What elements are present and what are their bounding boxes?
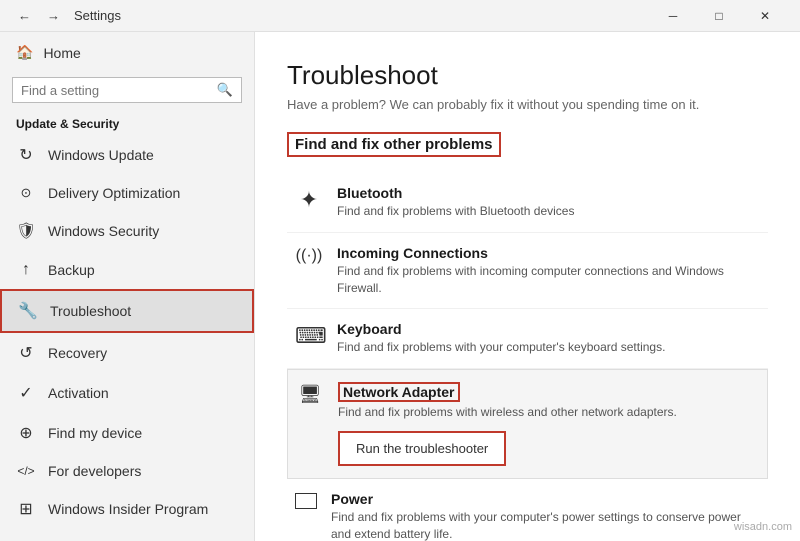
activation-icon: ✓: [16, 383, 36, 403]
item-title-power: Power: [331, 491, 760, 507]
sidebar-item-label: Windows Update: [48, 147, 154, 163]
item-title-incoming: Incoming Connections: [337, 245, 760, 261]
network-adapter-icon: 🖥: [296, 384, 324, 405]
bluetooth-icon: ✦: [295, 187, 323, 213]
titlebar-left: ← → Settings: [12, 4, 121, 27]
main-layout: 🏠 Home 🔍 Update & Security ↻ Windows Upd…: [0, 32, 800, 541]
sidebar-item-for-developers[interactable]: </> For developers: [0, 453, 254, 489]
close-button[interactable]: ✕: [742, 0, 788, 32]
sidebar-item-delivery-optimization[interactable]: ⊙ Delivery Optimization: [0, 175, 254, 211]
minimize-button[interactable]: ─: [650, 0, 696, 32]
home-label: Home: [43, 45, 80, 61]
troubleshoot-item-network: 🖥 Network Adapter Find and fix problems …: [287, 369, 768, 479]
back-button[interactable]: ←: [12, 4, 37, 27]
backup-icon: ↑: [16, 261, 36, 279]
sidebar: 🏠 Home 🔍 Update & Security ↻ Windows Upd…: [0, 32, 255, 541]
item-desc-bluetooth: Find and fix problems with Bluetooth dev…: [337, 203, 760, 220]
titlebar: ← → Settings ─ □ ✕: [0, 0, 800, 32]
windows-insider-icon: ⊞: [16, 499, 36, 519]
for-developers-icon: </>: [16, 464, 36, 478]
sidebar-section-title: Update & Security: [0, 111, 254, 135]
titlebar-nav: ← →: [12, 4, 66, 27]
power-icon: [295, 493, 317, 509]
item-title-keyboard: Keyboard: [337, 321, 760, 337]
sidebar-item-label: Troubleshoot: [50, 303, 131, 319]
sidebar-item-label: Delivery Optimization: [48, 185, 180, 201]
titlebar-controls: ─ □ ✕: [650, 0, 788, 32]
sidebar-item-windows-security[interactable]: 🛡 Windows Security: [0, 211, 254, 251]
sidebar-item-windows-update[interactable]: ↻ Windows Update: [0, 135, 254, 175]
run-troubleshooter-button[interactable]: Run the troubleshooter: [338, 431, 506, 466]
item-desc-network: Find and fix problems with wireless and …: [338, 404, 759, 421]
item-text-power: Power Find and fix problems with your co…: [331, 491, 760, 541]
item-text-incoming: Incoming Connections Find and fix proble…: [337, 245, 760, 297]
sidebar-item-label: Backup: [48, 262, 95, 278]
sidebar-item-activation[interactable]: ✓ Activation: [0, 373, 254, 413]
page-subtitle: Have a problem? We can probably fix it w…: [287, 97, 768, 112]
content-area: Troubleshoot Have a problem? We can prob…: [255, 32, 800, 541]
item-text-network: Network Adapter Find and fix problems wi…: [338, 382, 759, 466]
sidebar-item-backup[interactable]: ↑ Backup: [0, 251, 254, 289]
item-desc-keyboard: Find and fix problems with your computer…: [337, 339, 760, 356]
sidebar-item-troubleshoot[interactable]: 🔧 Troubleshoot: [0, 289, 254, 333]
troubleshoot-item-power: Power Find and fix problems with your co…: [287, 479, 768, 541]
sidebar-home-item[interactable]: 🏠 Home: [0, 32, 254, 73]
item-desc-power: Find and fix problems with your computer…: [331, 509, 760, 541]
search-input[interactable]: [21, 83, 217, 98]
sidebar-item-label: Recovery: [48, 345, 107, 361]
troubleshoot-item-incoming: ((·)) Incoming Connections Find and fix …: [287, 233, 768, 310]
find-my-device-icon: ⊕: [16, 423, 36, 443]
item-desc-incoming: Find and fix problems with incoming comp…: [337, 263, 760, 297]
watermark: wisadn.com: [734, 521, 792, 533]
search-icon: 🔍: [217, 82, 233, 98]
item-title-bluetooth: Bluetooth: [337, 185, 760, 201]
titlebar-title: Settings: [74, 8, 121, 23]
sidebar-item-label: Windows Insider Program: [48, 501, 208, 517]
sidebar-item-recovery[interactable]: ↺ Recovery: [0, 333, 254, 373]
sidebar-item-label: Windows Security: [48, 223, 159, 239]
keyboard-icon: ⌨: [295, 323, 323, 349]
windows-update-icon: ↻: [16, 145, 36, 165]
sidebar-item-label: For developers: [48, 463, 141, 479]
troubleshoot-item-keyboard: ⌨ Keyboard Find and fix problems with yo…: [287, 309, 768, 369]
troubleshoot-icon: 🔧: [18, 301, 38, 321]
recovery-icon: ↺: [16, 343, 36, 363]
item-title-network: Network Adapter: [338, 382, 460, 402]
delivery-optimization-icon: ⊙: [16, 185, 36, 201]
section-heading: Find and fix other problems: [287, 132, 501, 157]
windows-security-icon: 🛡: [16, 221, 36, 241]
sidebar-item-find-my-device[interactable]: ⊕ Find my device: [0, 413, 254, 453]
item-text-bluetooth: Bluetooth Find and fix problems with Blu…: [337, 185, 760, 220]
incoming-icon: ((·)): [295, 247, 323, 265]
forward-button[interactable]: →: [41, 4, 66, 27]
sidebar-item-label: Activation: [48, 385, 109, 401]
troubleshoot-item-bluetooth: ✦ Bluetooth Find and fix problems with B…: [287, 173, 768, 233]
maximize-button[interactable]: □: [696, 0, 742, 32]
sidebar-search-box[interactable]: 🔍: [12, 77, 242, 103]
home-icon: 🏠: [16, 44, 33, 61]
sidebar-item-label: Find my device: [48, 425, 142, 441]
item-text-keyboard: Keyboard Find and fix problems with your…: [337, 321, 760, 356]
sidebar-item-windows-insider[interactable]: ⊞ Windows Insider Program: [0, 489, 254, 529]
page-title: Troubleshoot: [287, 60, 768, 91]
